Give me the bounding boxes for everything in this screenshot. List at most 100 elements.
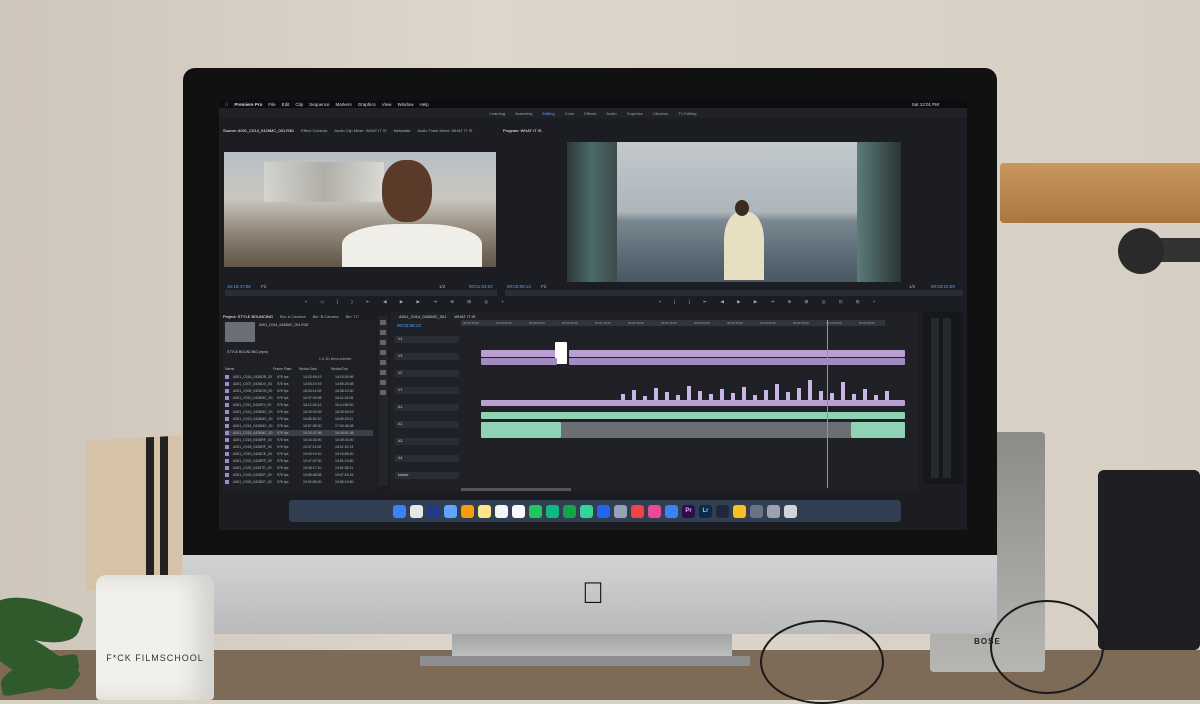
source-monitor-video[interactable] <box>224 152 496 267</box>
maps-icon[interactable] <box>529 504 542 518</box>
project-row[interactable]: A001_C015_0426MC_00 976 fps 16:15:47:06 16:… <box>225 430 373 436</box>
system-preferences-icon[interactable] <box>750 504 763 518</box>
source-scrubber[interactable] <box>225 290 497 296</box>
menubar-clock[interactable]: Sat 12:01 PM <box>912 102 939 107</box>
ripple-edit-tool-icon[interactable] <box>380 340 386 345</box>
workspace-tab-editing[interactable]: Editing <box>542 111 554 116</box>
app-store-icon[interactable] <box>665 504 678 518</box>
tab-audio-track-mixer[interactable]: Audio Track Mixer: WHAT IT IS <box>417 128 472 133</box>
tab-bin-tc[interactable]: Bin: TC <box>346 314 359 319</box>
program-timecode[interactable]: 00:02:59:13 <box>507 284 531 289</box>
mail-icon[interactable] <box>444 504 457 518</box>
track-select-tool-icon[interactable] <box>380 330 386 335</box>
workspace-tab-learning[interactable]: Learning <box>490 111 506 116</box>
tab-effect-controls[interactable]: Effect Controls <box>301 128 327 133</box>
track-header[interactable]: A2 <box>395 421 459 428</box>
tab-bin-a-camera[interactable]: Bin: A Camera <box>280 314 306 319</box>
timeline-scrollbar[interactable] <box>461 488 571 491</box>
slip-tool-icon[interactable] <box>380 360 386 365</box>
program-transport-controls[interactable]: ▪ { } ⇤ ◀ ▶ ▶ ⇥ ⊕ ⊞ ◎ ⊡ ⊟ + <box>659 299 881 305</box>
project-row[interactable]: A001_C014_0426MC_00 976 fps 16:57:08:00 17:… <box>225 423 373 429</box>
messages-icon[interactable] <box>546 504 559 518</box>
project-row[interactable]: A001_C007_0426DX_00 976 fps 14:53:19:19 14:… <box>225 381 373 387</box>
audio-clip-a2-b[interactable] <box>561 422 851 438</box>
track-header[interactable]: A1 <box>395 404 459 411</box>
final-cut-icon[interactable] <box>716 504 729 518</box>
selection-tool-icon[interactable] <box>380 320 386 325</box>
photos-icon[interactable] <box>461 504 474 518</box>
program-monitor-video[interactable] <box>567 142 901 282</box>
pen-tool-icon[interactable] <box>380 370 386 375</box>
facetime-icon[interactable] <box>563 504 576 518</box>
hand-tool-icon[interactable] <box>380 380 386 385</box>
finder-icon[interactable] <box>393 504 406 518</box>
type-tool-icon[interactable] <box>380 390 386 395</box>
menu-markers[interactable]: Markers <box>335 102 351 107</box>
program-resolution-select[interactable]: 1/2 <box>909 284 915 289</box>
source-resolution-select[interactable]: 1/2 <box>439 284 445 289</box>
audio-clip-a2-c[interactable] <box>851 422 905 438</box>
project-row[interactable]: A001_C009_0426GN_00 976 fps 16:04:14:09 16:… <box>225 388 373 394</box>
menu-file[interactable]: File <box>268 102 275 107</box>
clip-v2-a[interactable] <box>481 358 557 365</box>
reminders-icon[interactable] <box>512 504 525 518</box>
menu-graphics[interactable]: Graphics <box>358 102 376 107</box>
finder-folder-icon[interactable] <box>733 504 746 518</box>
col-frame-rate[interactable]: Frame Rate <box>273 367 295 371</box>
audio-clip-a1[interactable] <box>481 412 905 419</box>
tab-bin-b-camera[interactable]: Bin: B Camera <box>313 314 339 319</box>
track-header[interactable]: V4 <box>395 336 459 343</box>
project-row[interactable]: A001_C021_0426RF_00 976 fps 19:47:47:00 19:… <box>225 458 373 464</box>
workspace-tab-effects[interactable]: Effects <box>584 111 596 116</box>
calendar-icon[interactable] <box>495 504 508 518</box>
razor-tool-icon[interactable] <box>380 350 386 355</box>
menu-view[interactable]: View <box>382 102 392 107</box>
source-timecode[interactable]: 16:15:47:06 <box>227 284 251 289</box>
project-row[interactable]: A001_C018_0426RF_00 976 fps 19:07:11:00 19:… <box>225 444 373 450</box>
clip-v3-a[interactable] <box>481 350 557 357</box>
tab-source[interactable]: Source: A001_C014_0426MC_001.R3D <box>223 128 294 133</box>
lightroom-icon[interactable]: Lr <box>699 504 712 518</box>
apple-menu-icon[interactable]:  <box>225 102 228 107</box>
program-scrubber[interactable] <box>505 290 963 296</box>
music-icon[interactable] <box>648 504 661 518</box>
workspace-tab-audio[interactable]: Audio <box>606 111 616 116</box>
clip-v3-b[interactable] <box>569 350 905 357</box>
col-media-start[interactable]: Media Start <box>299 367 327 371</box>
source-transport-controls[interactable]: ▪ ◁ { } ⇤ ◀ ▶ ▶ ⇥ ⊕ ⊞ ◎ + <box>305 299 510 305</box>
track-header[interactable]: V1 <box>395 387 459 394</box>
project-row[interactable]: A001_C019_0426CE_00 976 fps 19:09:19:10 19:… <box>225 451 373 457</box>
timeline-playhead[interactable] <box>827 320 828 488</box>
clip-v1[interactable] <box>481 400 905 406</box>
timeline-tab-sequence[interactable]: WHAT IT IS <box>454 314 475 319</box>
workspace-tab-libraries[interactable]: Libraries <box>653 111 668 116</box>
project-row[interactable]: A001_C013_0426MC_00 976 fps 16:56:52:10 16:… <box>225 416 373 422</box>
program-fit-select[interactable]: Fit <box>541 284 546 289</box>
menu-sequence[interactable]: Sequence <box>309 102 329 107</box>
downloads-icon[interactable] <box>767 504 780 518</box>
menu-app-name[interactable]: Premiere Pro <box>234 102 262 107</box>
keynote-icon[interactable] <box>597 504 610 518</box>
notes-icon[interactable] <box>478 504 491 518</box>
audio-clip-a2-a[interactable] <box>481 422 561 438</box>
project-row[interactable]: A001_C022_0426TE_00 976 fps 19:48:17:10 19:… <box>225 465 373 471</box>
track-header[interactable]: Master <box>395 472 459 479</box>
preview-icon[interactable] <box>614 504 627 518</box>
project-row[interactable]: A001_C023_0426EF_00 976 fps 19:55:48:08 19:… <box>225 472 373 478</box>
menu-window[interactable]: Window <box>397 102 413 107</box>
workspace-tab-color[interactable]: Color <box>565 111 575 116</box>
col-media-end[interactable]: Media End <box>331 367 348 371</box>
source-fit-select[interactable]: Fit <box>261 284 266 289</box>
project-row[interactable]: A001_C024_0426EF_00 976 fps 19:52:55:00 19:… <box>225 479 373 485</box>
project-row[interactable]: A001_C011_0426FX_00 976 fps 16:12:04:12 16:… <box>225 402 373 408</box>
track-header[interactable]: A4 <box>395 455 459 462</box>
news-icon[interactable] <box>631 504 644 518</box>
timeline-timecode[interactable]: 00:02:59:13 <box>397 323 421 328</box>
clip-v2-b[interactable] <box>569 358 905 365</box>
launchpad-icon[interactable] <box>410 504 423 518</box>
project-row[interactable]: A001_C016_0426DR_00 976 fps 14:03:09:13 14:… <box>225 374 373 380</box>
track-header[interactable]: V3 <box>395 353 459 360</box>
numbers-icon[interactable] <box>580 504 593 518</box>
menu-help[interactable]: Help <box>419 102 428 107</box>
project-row[interactable]: A001_C012_0426MC_00 976 fps 16:20:00:09 16:… <box>225 409 373 415</box>
